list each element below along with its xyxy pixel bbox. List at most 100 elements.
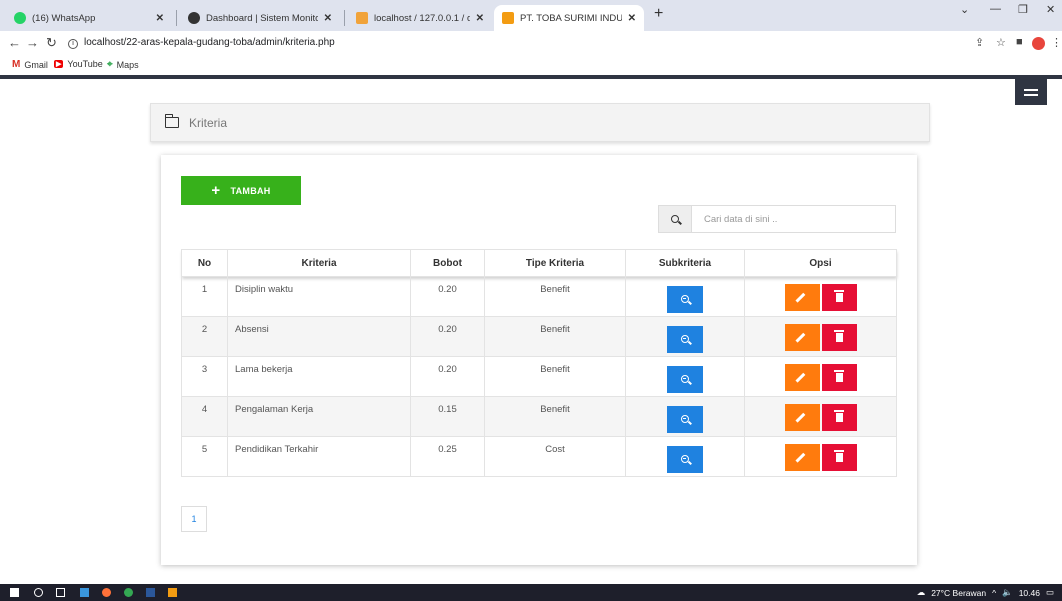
zoom-in-icon <box>681 374 689 383</box>
gmail-icon: M <box>12 59 21 70</box>
bookmark-gmail[interactable]: M Gmail <box>12 59 48 70</box>
forward-icon[interactable]: → <box>26 35 39 50</box>
chevron-up-icon[interactable]: ^ <box>992 588 996 598</box>
search-input[interactable] <box>692 206 895 232</box>
col-subkriteria: Subkriteria <box>625 249 745 277</box>
view-subkriteria-button[interactable] <box>667 325 703 353</box>
cloud-icon: ☁ <box>916 587 926 597</box>
word-icon[interactable] <box>146 588 155 597</box>
system-tray: ☁ 27°C Berawan ^ 🔈 10.46 ▭ <box>917 587 1054 598</box>
tab-phpmyadmin[interactable]: localhost / 127.0.0.1 / db_aras_k ✕ <box>348 5 492 31</box>
delete-button[interactable] <box>821 404 857 431</box>
cell-kriteria: Absensi <box>227 316 411 357</box>
firefox-icon[interactable] <box>102 588 111 597</box>
pagination-page-1[interactable]: 1 <box>181 506 207 532</box>
menu-toggle-button[interactable] <box>1015 79 1047 105</box>
clock[interactable]: 10.46 <box>1019 588 1040 598</box>
windows-taskbar: ☁ 27°C Berawan ^ 🔈 10.46 ▭ <box>0 584 1062 601</box>
cell-bobot: 0.15 <box>410 396 485 437</box>
whatsapp-icon <box>14 12 26 24</box>
edit-button[interactable] <box>784 324 820 351</box>
trash-icon <box>834 410 844 422</box>
search-button[interactable] <box>659 206 692 232</box>
view-subkriteria-button[interactable] <box>667 405 703 433</box>
chrome-icon[interactable] <box>124 588 133 597</box>
tab-search-icon[interactable]: ⌄ <box>960 3 969 16</box>
table-row: 3 Lama bekerja 0.20 Benefit <box>181 356 897 397</box>
back-icon[interactable]: ← <box>8 35 21 50</box>
trash-icon <box>834 450 844 462</box>
volume-icon[interactable]: 🔈 <box>1002 587 1013 598</box>
reload-icon[interactable]: ↻ <box>46 35 57 51</box>
col-tipe: Tipe Kriteria <box>484 249 626 277</box>
menu-kebab-icon[interactable]: ⋮ <box>1051 36 1062 49</box>
pencil-icon <box>794 292 805 303</box>
browser-tab-bar: (16) WhatsApp ✕ Dashboard | Sistem Monit… <box>0 0 1062 31</box>
close-icon[interactable]: ✕ <box>476 13 484 24</box>
share-icon[interactable]: ⇪ <box>975 36 984 49</box>
bookmarks-bar: M Gmail ▶ YouTube ⌖ Maps <box>0 56 1062 75</box>
app-icon[interactable] <box>168 588 177 597</box>
view-subkriteria-button[interactable] <box>667 365 703 393</box>
info-icon[interactable]: i <box>68 39 78 49</box>
zoom-in-icon <box>681 454 689 463</box>
delete-button[interactable] <box>821 324 857 351</box>
close-icon[interactable]: ✕ <box>324 13 332 24</box>
delete-button[interactable] <box>821 364 857 391</box>
edit-button[interactable] <box>784 404 820 431</box>
table-header-row: No Kriteria Bobot Tipe Kriteria Subkrite… <box>181 249 897 277</box>
view-subkriteria-button[interactable] <box>667 285 703 313</box>
close-icon[interactable]: ✕ <box>628 13 636 24</box>
star-icon[interactable]: ☆ <box>996 36 1006 49</box>
notification-icon[interactable]: ▭ <box>1046 587 1054 598</box>
profile-avatar[interactable] <box>1032 37 1045 50</box>
pencil-icon <box>794 452 805 463</box>
tab-toba-surimi[interactable]: PT. TOBA SURIMI INDUSTRIES ✕ <box>494 5 644 31</box>
table-row: 4 Pengalaman Kerja 0.15 Benefit <box>181 396 897 437</box>
store-icon[interactable] <box>80 588 89 597</box>
content-card: + TAMBAH No Kriteria Bobot Tipe Kriteria… <box>161 155 917 565</box>
cell-kriteria: Disiplin waktu <box>227 276 411 317</box>
col-opsi: Opsi <box>744 249 897 277</box>
delete-button[interactable] <box>821 284 857 311</box>
site-icon <box>502 12 514 24</box>
search-box <box>658 205 896 233</box>
bookmark-maps[interactable]: ⌖ Maps <box>107 59 139 70</box>
cell-bobot: 0.20 <box>410 316 485 357</box>
maps-icon: ⌖ <box>107 59 113 70</box>
tab-whatsapp[interactable]: (16) WhatsApp ✕ <box>6 5 172 31</box>
bookmark-youtube[interactable]: ▶ YouTube <box>54 59 103 69</box>
cell-tipe: Benefit <box>484 356 626 397</box>
edit-button[interactable] <box>784 284 820 311</box>
windows-start-icon[interactable] <box>10 588 19 597</box>
edit-button[interactable] <box>784 444 820 471</box>
new-tab-button[interactable]: + <box>654 5 663 23</box>
phpmyadmin-icon <box>356 12 368 24</box>
view-subkriteria-button[interactable] <box>667 445 703 473</box>
trash-icon <box>834 370 844 382</box>
cell-kriteria: Pengalaman Kerja <box>227 396 411 437</box>
weather-text[interactable]: 27°C Berawan <box>931 588 986 598</box>
page-title: Kriteria <box>189 115 228 130</box>
cell-no: 2 <box>181 316 228 357</box>
url-field[interactable]: i localhost/22-aras-kepala-gudang-toba/ad… <box>68 37 335 49</box>
close-icon[interactable]: ✕ <box>156 13 164 24</box>
trash-icon <box>834 330 844 342</box>
close-window-button[interactable]: ✕ <box>1046 3 1055 16</box>
cell-bobot: 0.20 <box>410 276 485 317</box>
add-button[interactable]: + TAMBAH <box>181 176 301 205</box>
cell-no: 5 <box>181 436 228 477</box>
youtube-icon: ▶ <box>54 60 64 68</box>
minimize-button[interactable]: — <box>990 3 1001 15</box>
tab-dashboard[interactable]: Dashboard | Sistem Monitoring ✕ <box>180 5 340 31</box>
delete-button[interactable] <box>821 444 857 471</box>
search-icon[interactable] <box>34 588 43 597</box>
task-view-icon[interactable] <box>56 588 65 597</box>
edit-button[interactable] <box>784 364 820 391</box>
plus-icon: + <box>211 182 221 199</box>
sidepanel-icon[interactable]: ■ <box>1016 36 1023 48</box>
cell-tipe: Benefit <box>484 316 626 357</box>
top-navbar <box>0 75 1062 79</box>
restore-button[interactable]: ❐ <box>1018 3 1028 16</box>
zoom-in-icon <box>681 334 689 343</box>
